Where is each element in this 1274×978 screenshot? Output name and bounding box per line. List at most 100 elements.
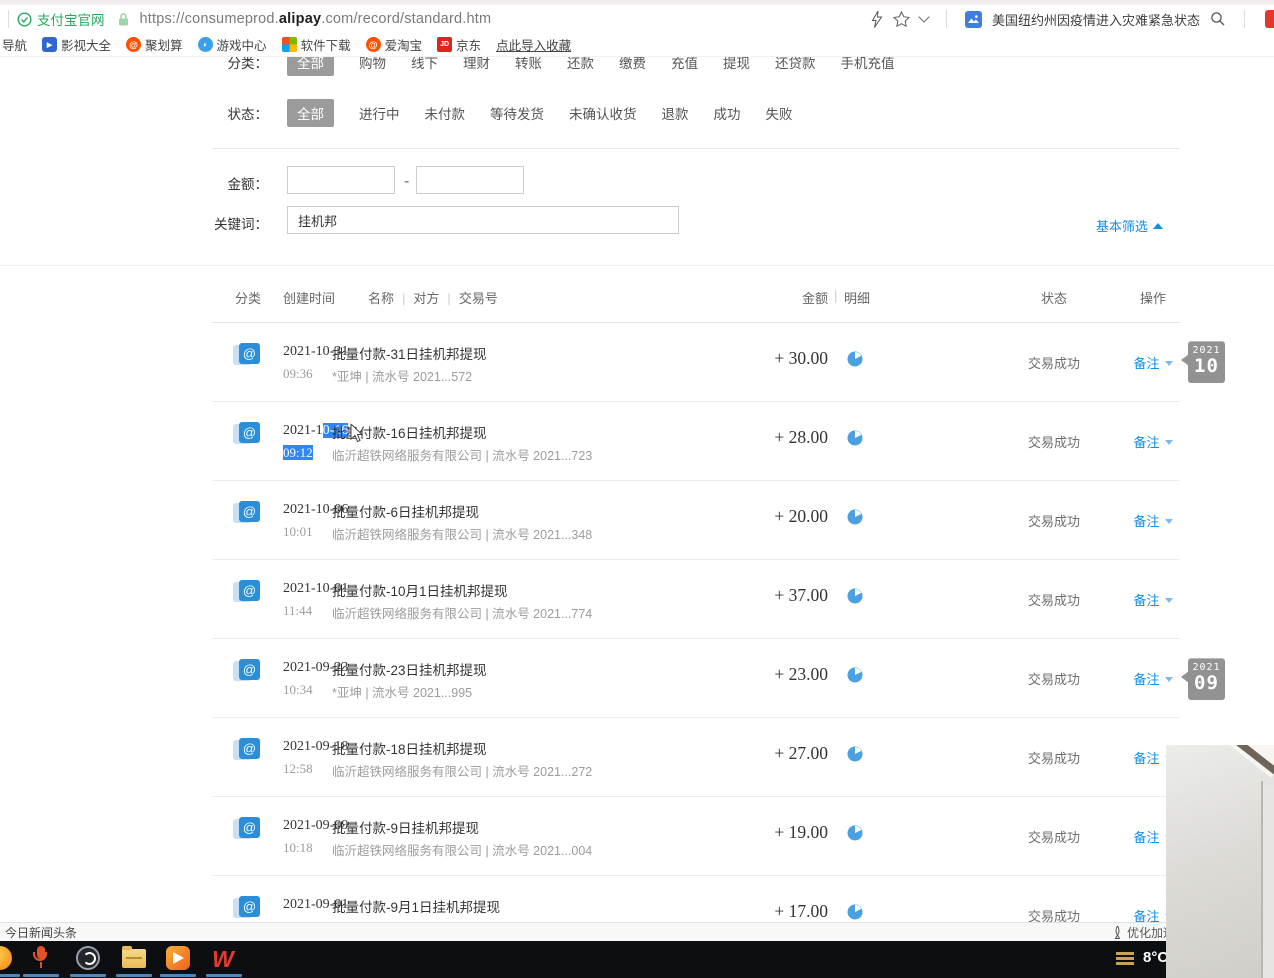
keyword-input[interactable] xyxy=(287,206,679,234)
news-ticker[interactable]: 美国纽约州因疫情进入灾难紧急状态 xyxy=(992,10,1200,29)
row-title: 批量付款-9月1日挂机邦提现 xyxy=(332,896,500,916)
category-option[interactable]: 缴费 xyxy=(619,56,646,72)
table-row: 2021-09-18 12:58 批量付款-18日挂机邦提现 临沂超铁网络服务有… xyxy=(0,718,1274,797)
row-subtitle: *亚坤 | 流水号 2021...572 xyxy=(332,366,472,385)
site-identity-badge[interactable]: 支付宝官网 xyxy=(17,9,105,29)
row-status: 交易成功 xyxy=(1014,748,1094,767)
bookmark-label: 爱淘宝 xyxy=(385,35,423,54)
status-option[interactable]: 未付款 xyxy=(425,103,466,123)
row-amount: + 19.00 xyxy=(688,822,828,843)
row-title: 批量付款-10月1日挂机邦提现 xyxy=(332,580,508,600)
header-separator: | xyxy=(394,291,413,306)
bookmark-label: 点此导入收藏 xyxy=(496,35,571,54)
remark-link[interactable]: 备注 xyxy=(1118,590,1188,609)
detail-pie-icon[interactable] xyxy=(847,430,863,446)
batch-payment-icon xyxy=(233,657,263,685)
category-option[interactable]: 转账 xyxy=(515,56,542,72)
temperature[interactable]: 8°C xyxy=(1143,949,1168,966)
status-option[interactable]: 未确认收货 xyxy=(569,103,637,123)
folder-icon[interactable] xyxy=(122,949,146,968)
bookmark-video[interactable]: 影视大全 xyxy=(42,35,111,54)
detail-pie-icon[interactable] xyxy=(847,509,863,525)
row-subtitle: 临沂超铁网络服务有限公司 | 流水号 2021...723 xyxy=(332,445,592,464)
row-amount: + 28.00 xyxy=(688,427,828,448)
bookmark-label: 聚划算 xyxy=(145,35,183,54)
header-status: 状态 xyxy=(1014,288,1094,307)
app-icon-partial[interactable] xyxy=(0,946,12,970)
detail-pie-icon[interactable] xyxy=(847,667,863,683)
basic-filter-toggle[interactable]: 基本筛选 xyxy=(1096,216,1163,235)
addressbar-divider xyxy=(8,10,9,28)
status-option[interactable]: 成功 xyxy=(714,103,741,123)
bookmark-juhuasuan[interactable]: 聚划算 xyxy=(126,35,183,54)
clipped-red-icon xyxy=(1265,10,1274,28)
batch-payment-icon xyxy=(233,736,263,764)
search-icon[interactable] xyxy=(1210,11,1226,27)
amount-min-input[interactable] xyxy=(287,166,395,194)
status-option[interactable]: 失败 xyxy=(766,103,793,123)
category-option[interactable]: 还款 xyxy=(567,56,594,72)
amount-label: 金额： xyxy=(188,173,268,193)
import-favorites-link[interactable]: 点此导入收藏 xyxy=(496,35,571,54)
row-amount: + 37.00 xyxy=(688,585,828,606)
status-option[interactable]: 等待发货 xyxy=(490,103,544,123)
bookmark-jd[interactable]: 京东 xyxy=(437,35,481,54)
wps-icon[interactable] xyxy=(212,946,238,972)
amount-max-input[interactable] xyxy=(416,166,524,194)
chevron-down-icon[interactable] xyxy=(918,11,929,22)
row-subtitle: 临沂超铁网络服务有限公司 | 流水号 2021...348 xyxy=(332,524,592,543)
detail-pie-icon[interactable] xyxy=(847,351,863,367)
row-status: 交易成功 xyxy=(1014,669,1094,688)
favorite-star-icon[interactable] xyxy=(893,11,910,27)
obs-icon[interactable] xyxy=(76,946,100,970)
row-status: 交易成功 xyxy=(1014,353,1094,372)
row-status: 交易成功 xyxy=(1014,511,1094,530)
bookmark-label: 游戏中心 xyxy=(217,35,267,54)
table-row: 2021-10-16 09:12 批量付款-16日挂机邦提现 临沂超铁网络服务有… xyxy=(0,402,1274,481)
bookmark-aitaobao[interactable]: 爱淘宝 xyxy=(366,35,423,54)
lightning-icon[interactable] xyxy=(871,11,883,28)
category-option[interactable]: 线下 xyxy=(411,56,438,72)
detail-pie-icon[interactable] xyxy=(847,825,863,841)
header-detail: 明细 xyxy=(844,288,870,307)
bookmark-software[interactable]: 软件下载 xyxy=(282,35,351,54)
category-option[interactable]: 还贷款 xyxy=(775,56,816,72)
mic-icon[interactable] xyxy=(30,946,52,972)
row-subtitle: 临沂超铁网络服务有限公司 | 流水号 2021...272 xyxy=(332,761,592,780)
ime-indicator-icon[interactable] xyxy=(1116,952,1134,955)
news-headline-link[interactable]: 今日新闻头条 xyxy=(5,924,77,941)
detail-pie-icon[interactable] xyxy=(847,904,863,920)
category-option[interactable]: 充值 xyxy=(671,56,698,72)
category-option[interactable]: 提现 xyxy=(723,56,750,72)
row-status: 交易成功 xyxy=(1014,906,1094,922)
remark-link[interactable]: 备注 xyxy=(1118,432,1188,451)
remark-link[interactable]: 备注 xyxy=(1118,669,1188,688)
status-option-all[interactable]: 全部 xyxy=(287,99,334,127)
detail-pie-icon[interactable] xyxy=(847,746,863,762)
header-name: 名称 xyxy=(368,291,394,306)
batch-payment-icon xyxy=(233,341,263,369)
bookmark-label: 导航 xyxy=(2,35,27,54)
status-option[interactable]: 退款 xyxy=(662,103,689,123)
site-badge-label: 支付宝官网 xyxy=(37,9,105,29)
url-text[interactable]: https://consumeprod.alipay.com/record/st… xyxy=(140,11,492,27)
remark-link[interactable]: 备注 xyxy=(1118,511,1188,530)
video-editor-icon[interactable] xyxy=(166,946,190,970)
news-feed-icon[interactable] xyxy=(965,11,982,28)
category-option[interactable]: 理财 xyxy=(463,56,490,72)
taskbar-active-indicator xyxy=(0,974,20,977)
taskbar: 8°C xyxy=(0,941,1274,978)
table-row: 2021-10-06 10:01 批量付款-6日挂机邦提现 临沂超铁网络服务有限… xyxy=(0,481,1274,560)
status-option[interactable]: 进行中 xyxy=(359,103,400,123)
bookmark-nav[interactable]: 导航 xyxy=(2,35,27,54)
address-bar[interactable]: 支付宝官网 https://consumeprod.alipay.com/rec… xyxy=(0,5,1274,34)
category-option[interactable]: 购物 xyxy=(359,56,386,72)
category-option[interactable]: 手机充值 xyxy=(841,56,895,72)
bookmark-game-center[interactable]: 游戏中心 xyxy=(198,35,267,54)
remark-link[interactable]: 备注 xyxy=(1118,353,1188,372)
table-row: 2021-10-01 11:44 批量付款-10月1日挂机邦提现 临沂超铁网络服… xyxy=(0,560,1274,639)
rocket-icon xyxy=(1112,926,1123,939)
category-option-all[interactable]: 全部 xyxy=(287,56,334,76)
detail-pie-icon[interactable] xyxy=(847,588,863,604)
basic-filter-label: 基本筛选 xyxy=(1096,216,1148,235)
